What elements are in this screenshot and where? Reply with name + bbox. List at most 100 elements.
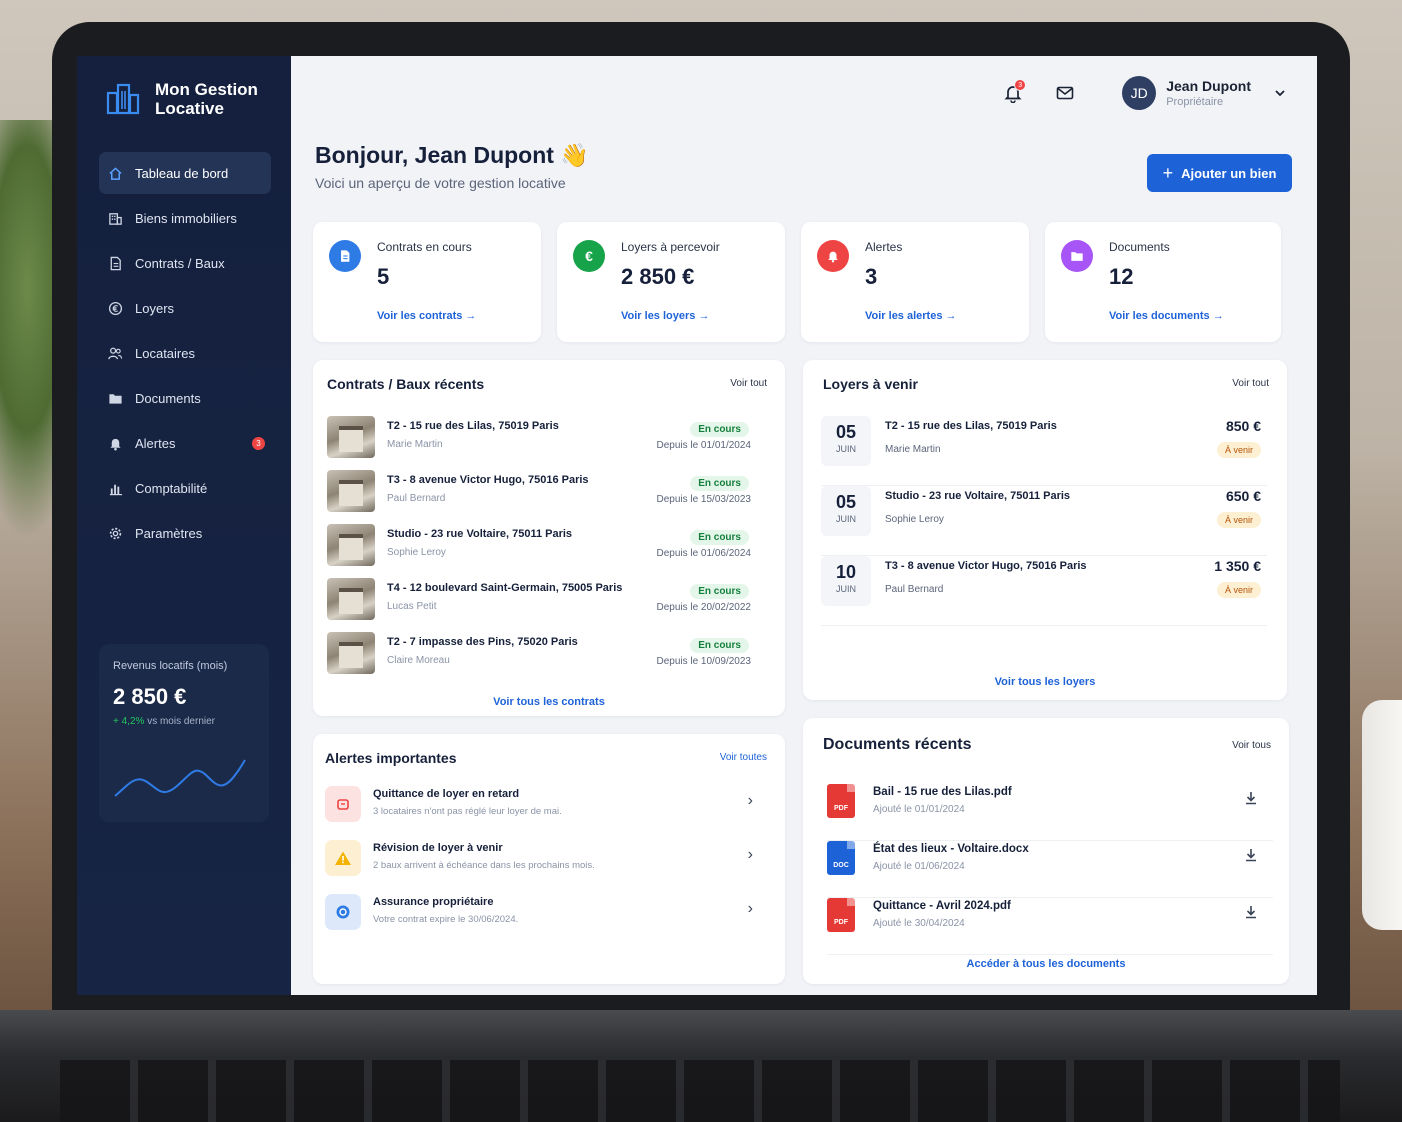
revenue-value: 2 850 € [113, 684, 187, 709]
brand[interactable]: Mon Gestion Locative [105, 80, 275, 118]
list-item[interactable]: 10 JUIN T3 - 8 avenue Victor Hugo, 75016… [821, 556, 1267, 626]
list-item[interactable]: DOC État des lieux - Voltaire.docx Ajout… [827, 841, 1273, 898]
table-row[interactable]: T3 - 8 avenue Victor Hugo, 75016 Paris P… [327, 470, 763, 524]
doc-file-icon: DOC [827, 841, 855, 875]
view-alerts-link[interactable]: Voir les alertes → [865, 310, 957, 322]
stat-card-alerts: Alertes 3 Voir les alertes → [801, 222, 1029, 342]
rent-tenant: Sophie Leroy [885, 514, 944, 525]
sidebar-item-label: Alertes [135, 435, 176, 451]
status-badge: En cours [690, 476, 749, 491]
table-row[interactable]: T4 - 12 boulevard Saint-Germain, 75005 P… [327, 578, 763, 632]
sidebar-item-label: Tableau de bord [135, 165, 229, 181]
building-icon [107, 210, 123, 226]
stat-label: Loyers à percevoir [621, 240, 720, 254]
user-menu[interactable]: JD Jean Dupont Propriétaire [1122, 76, 1287, 110]
revenue-trend: + 4,2% vs mois dernier [113, 716, 255, 727]
stats-row: Contrats en cours 5 Voir les contrats → … [313, 222, 1281, 342]
document-name: Bail - 15 rue des Lilas.pdf [873, 786, 1012, 798]
list-item[interactable]: Assurance propriétaire Votre contrat exp… [325, 894, 775, 948]
all-documents-link[interactable]: Accéder à tous les documents [803, 958, 1289, 970]
stat-value: 2 850 € [621, 264, 695, 289]
main-content: 3 JD Jean Dupont Propriétaire Bonjour, J… [291, 56, 1317, 995]
contract-since: Depuis le 20/02/2022 [656, 602, 751, 613]
due-day: 10 [835, 562, 857, 582]
rents-see-all-link[interactable]: Voir tout [1232, 378, 1269, 389]
property-photo [327, 470, 375, 512]
due-month: JUIN [836, 444, 856, 454]
all-rents-link[interactable]: Voir tous les loyers [803, 676, 1287, 688]
due-date: 10 JUIN [821, 556, 871, 606]
sidebar-item-rents[interactable]: Loyers [99, 287, 271, 329]
view-documents-link[interactable]: Voir les documents → [1109, 310, 1224, 322]
sidebar-item-documents[interactable]: Documents [99, 377, 271, 419]
sidebar-item-accounting[interactable]: Comptabilité [99, 467, 271, 509]
alert-description: 3 locataires n'ont pas réglé leur loyer … [373, 806, 562, 817]
contract-title: T2 - 7 impasse des Pins, 75020 Paris [387, 636, 578, 648]
sidebar-item-tenants[interactable]: Locataires [99, 332, 271, 374]
app-name: Mon Gestion Locative [155, 80, 258, 118]
table-row[interactable]: Studio - 23 rue Voltaire, 75011 Paris So… [327, 524, 763, 578]
sidebar-item-contracts[interactable]: Contrats / Baux [99, 242, 271, 284]
euro-icon [107, 300, 123, 316]
status-badge: En cours [690, 530, 749, 545]
list-item[interactable]: Révision de loyer à venir 2 baux arriven… [325, 840, 775, 894]
messages-button[interactable] [1050, 78, 1080, 108]
stat-label: Alertes [865, 240, 903, 254]
download-icon[interactable] [1243, 904, 1259, 920]
list-item[interactable]: 05 JUIN T2 - 15 rue des Lilas, 75019 Par… [821, 416, 1267, 486]
folder-icon [1061, 240, 1093, 272]
list-item[interactable]: 05 JUIN Studio - 23 rue Voltaire, 75011 … [821, 486, 1267, 556]
add-property-button[interactable]: + Ajouter un bien [1147, 154, 1292, 192]
rent-property: Studio - 23 rue Voltaire, 75011 Paris [885, 490, 1071, 502]
list-item[interactable]: Quittance de loyer en retard 3 locataire… [325, 786, 775, 840]
euro-icon: € [573, 240, 605, 272]
download-icon[interactable] [1243, 847, 1259, 863]
list-item[interactable]: PDF Bail - 15 rue des Lilas.pdf Ajouté l… [827, 784, 1273, 841]
contract-tenant: Marie Martin [387, 439, 443, 450]
contract-since: Depuis le 10/09/2023 [656, 656, 751, 667]
sidebar-item-alerts[interactable]: Alertes 3 [99, 422, 271, 464]
contract-title: T2 - 15 rue des Lilas, 75019 Paris [387, 420, 559, 432]
home-icon [107, 165, 123, 181]
table-row[interactable]: T2 - 15 rue des Lilas, 75019 Paris Marie… [327, 416, 763, 470]
table-row[interactable]: T2 - 7 impasse des Pins, 75020 Paris Cla… [327, 632, 763, 686]
document-date: Ajouté le 01/01/2024 [873, 804, 965, 815]
all-contracts-link[interactable]: Voir tous les contrats [313, 696, 785, 708]
user-info: Jean Dupont Propriétaire [1166, 78, 1251, 108]
due-day: 05 [835, 492, 857, 512]
contract-title: Studio - 23 rue Voltaire, 75011 Paris [387, 528, 573, 540]
stat-card-rents: € Loyers à percevoir 2 850 € Voir les lo… [557, 222, 785, 342]
sidebar-item-label: Contrats / Baux [135, 255, 225, 271]
contracts-see-all-link[interactable]: Voir tout [730, 378, 767, 389]
contract-title: T4 - 12 boulevard Saint-Germain, 75005 P… [387, 582, 623, 594]
revenue-trend-suffix: vs mois dernier [147, 716, 216, 727]
chevron-right-icon: › [747, 792, 753, 809]
sidebar-item-label: Loyers [135, 300, 175, 316]
user-role: Propriétaire [1166, 96, 1224, 108]
property-photo [327, 416, 375, 458]
documents-see-all-link[interactable]: Voir tous [1232, 740, 1271, 751]
upcoming-rents-panel: Loyers à venir Voir tout 05 JUIN T2 - 15… [803, 360, 1287, 700]
due-month: JUIN [836, 584, 856, 594]
revenue-card: Revenus locatifs (mois) 2 850 € + 4,2% v… [99, 644, 269, 822]
view-contracts-link[interactable]: Voir les contrats → [377, 310, 476, 322]
due-day: 05 [835, 422, 857, 442]
panel-title: Alertes importantes [325, 750, 457, 766]
alerts-see-all-link[interactable]: Voir toutes [720, 752, 767, 763]
document-name: Quittance - Avril 2024.pdf [873, 900, 1011, 912]
sidebar-item-label: Locataires [135, 345, 195, 361]
folder-icon [107, 390, 123, 406]
notifications-button[interactable]: 3 [998, 78, 1028, 108]
chevron-down-icon [1275, 90, 1285, 97]
due-month: JUIN [836, 514, 856, 524]
document-icon [329, 240, 361, 272]
list-item[interactable]: PDF Quittance - Avril 2024.pdf Ajouté le… [827, 898, 1273, 955]
view-rents-link[interactable]: Voir les loyers → [621, 310, 709, 322]
sidebar-item-dashboard[interactable]: Tableau de bord [99, 152, 271, 194]
sidebar-item-properties[interactable]: Biens immobiliers [99, 197, 271, 239]
sidebar-item-settings[interactable]: Paramètres [99, 512, 271, 554]
download-icon[interactable] [1243, 790, 1259, 806]
contract-since: Depuis le 01/06/2024 [656, 548, 751, 559]
revenue-sparkline [114, 759, 246, 797]
sidebar-item-label: Documents [135, 390, 201, 406]
